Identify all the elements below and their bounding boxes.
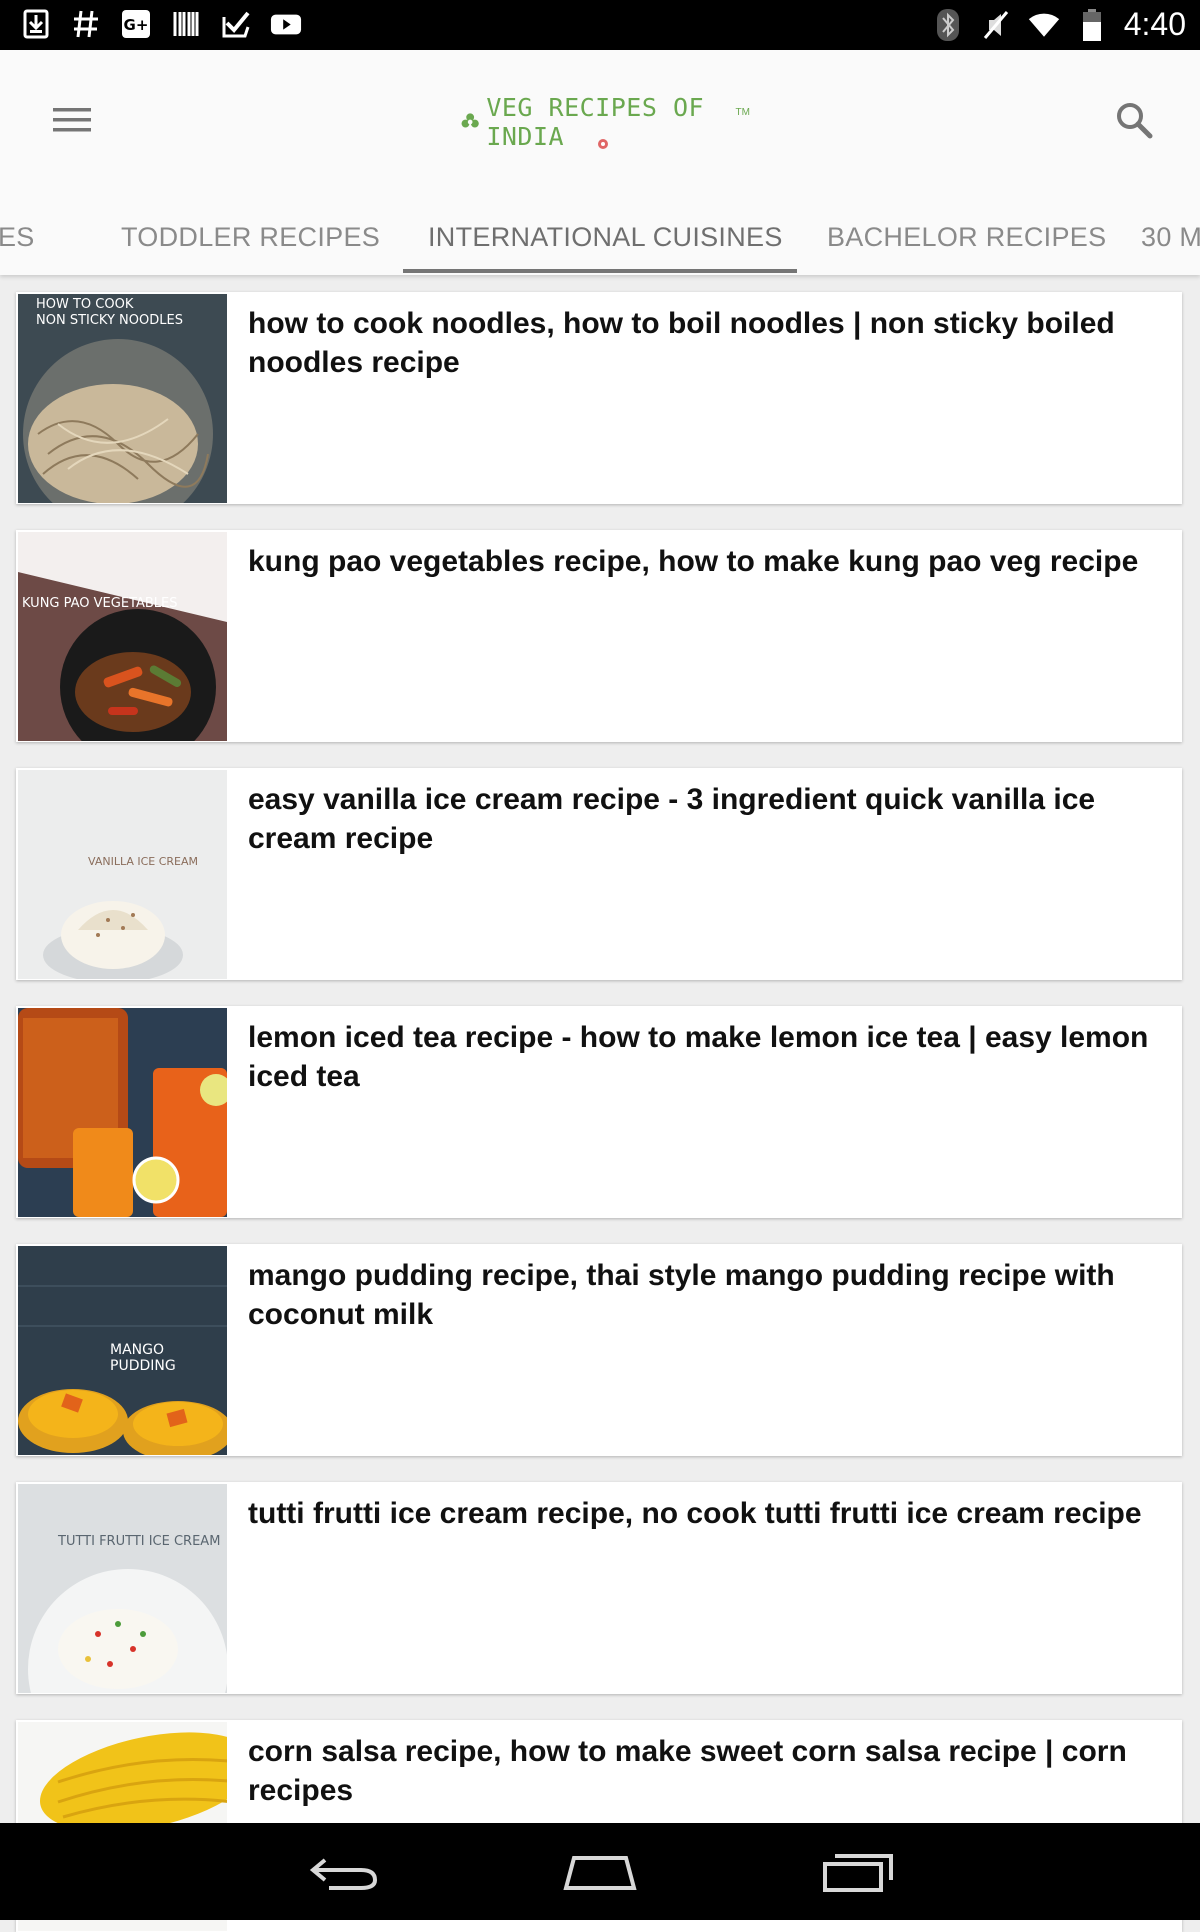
recipe-title: lemon iced tea recipe - how to make lemo… xyxy=(248,1021,1149,1093)
barcode-icon xyxy=(170,8,202,40)
search-icon xyxy=(1117,103,1153,139)
recipe-title: kung pao vegetables recipe, how to make … xyxy=(248,545,1139,578)
recent-apps-icon xyxy=(823,1854,893,1892)
recipe-thumbnail xyxy=(18,1008,227,1217)
recipe-card[interactable]: HOW TO COOK NON STICKY NOODLES how to coo… xyxy=(16,292,1182,504)
category-tabs: ES TODDLER RECIPES INTERNATIONAL CUISINE… xyxy=(0,200,1200,275)
recipe-card[interactable]: KUNG PAO VEGETABLES kung pao vegetables … xyxy=(16,530,1182,742)
recipe-thumbnail: HOW TO COOK NON STICKY NOODLES xyxy=(18,294,227,503)
recipe-card[interactable]: TUTTI FRUTTI ICE CREAM tutti frutti ice … xyxy=(16,1482,1182,1694)
recipe-title: tutti frutti ice cream recipe, no cook t… xyxy=(248,1497,1142,1530)
wifi-icon xyxy=(1028,9,1060,41)
recipe-title: how to cook noodles, how to boil noodles… xyxy=(248,307,1115,379)
logo-flower-icon xyxy=(598,139,608,149)
download-icon xyxy=(20,8,52,40)
thumbnail-caption: VANILLA ICE CREAM xyxy=(88,855,199,868)
logo-trademark: TM xyxy=(735,106,750,118)
back-button[interactable] xyxy=(304,1845,384,1899)
thumbnail-caption: HOW TO COOK NON STICKY NOODLES xyxy=(36,297,183,328)
hashtag-icon xyxy=(70,8,102,40)
mute-icon xyxy=(980,9,1012,41)
tab-label: ES xyxy=(0,222,35,252)
thumbnail-caption: MANGO PUDDING xyxy=(110,1342,176,1374)
home-button[interactable] xyxy=(560,1845,640,1899)
recipe-thumbnail: VANILLA ICE CREAM xyxy=(18,770,227,979)
battery-icon xyxy=(1076,8,1108,41)
recipe-card[interactable]: MANGO PUDDING mango pudding recipe, thai… xyxy=(16,1244,1182,1456)
thumbnail-caption: KUNG PAO VEGETABLES xyxy=(22,596,178,611)
recent-apps-button[interactable] xyxy=(818,1845,898,1899)
google-plus-icon: G+ xyxy=(120,8,152,40)
tab-international-cuisines[interactable]: INTERNATIONAL CUISINES xyxy=(428,200,783,275)
tab-label: 30 M xyxy=(1141,222,1200,252)
leaf-icon xyxy=(461,113,479,128)
search-button[interactable] xyxy=(1104,90,1164,150)
tab-toddler-recipes[interactable]: TODDLER RECIPES xyxy=(121,200,380,275)
recipe-title: easy vanilla ice cream recipe - 3 ingred… xyxy=(248,783,1096,855)
thumbnail-caption: TUTTI FRUTTI ICE CREAM xyxy=(58,1534,221,1549)
tab-label: TODDLER RECIPES xyxy=(121,222,381,252)
tab-indicator xyxy=(403,269,797,273)
home-icon xyxy=(563,1856,637,1890)
tab-bachelor-recipes[interactable]: BACHELOR RECIPES xyxy=(827,200,1106,275)
menu-button[interactable] xyxy=(44,92,100,148)
youtube-icon xyxy=(270,8,302,40)
tab-label: BACHELOR RECIPES xyxy=(827,222,1107,252)
recipe-card[interactable]: VANILLA ICE CREAM easy vanilla ice cream… xyxy=(16,768,1182,980)
recipe-thumbnail: TUTTI FRUTTI ICE CREAM xyxy=(18,1484,227,1693)
recipe-thumbnail: MANGO PUDDING xyxy=(18,1246,227,1455)
app-logo: VEG RECIPES OF INDIA TM xyxy=(460,93,750,151)
status-time: 4:40 xyxy=(1123,6,1186,42)
hamburger-menu-icon xyxy=(53,108,91,132)
inbox-check-icon xyxy=(220,8,252,40)
recipe-title: mango pudding recipe, thai style mango p… xyxy=(248,1259,1115,1331)
tab-previous-partial[interactable]: ES xyxy=(0,200,35,275)
back-icon xyxy=(309,1858,378,1890)
app-bar: VEG RECIPES OF INDIA TM ES TODDLER RECIP… xyxy=(0,50,1200,275)
recipe-title: corn salsa recipe, how to make sweet cor… xyxy=(248,1735,1127,1807)
recipe-card[interactable]: lemon iced tea recipe - how to make lemo… xyxy=(16,1006,1182,1218)
navigation-bar xyxy=(0,1823,1200,1920)
status-bar: G+ 4:40 xyxy=(0,0,1200,50)
svg-text:G+: G+ xyxy=(124,16,149,34)
bluetooth-icon xyxy=(932,8,964,41)
tab-30-min-partial[interactable]: 30 M xyxy=(1141,200,1200,275)
recipe-thumbnail: KUNG PAO VEGETABLES xyxy=(18,532,227,741)
tab-label: INTERNATIONAL CUISINES xyxy=(428,222,783,252)
